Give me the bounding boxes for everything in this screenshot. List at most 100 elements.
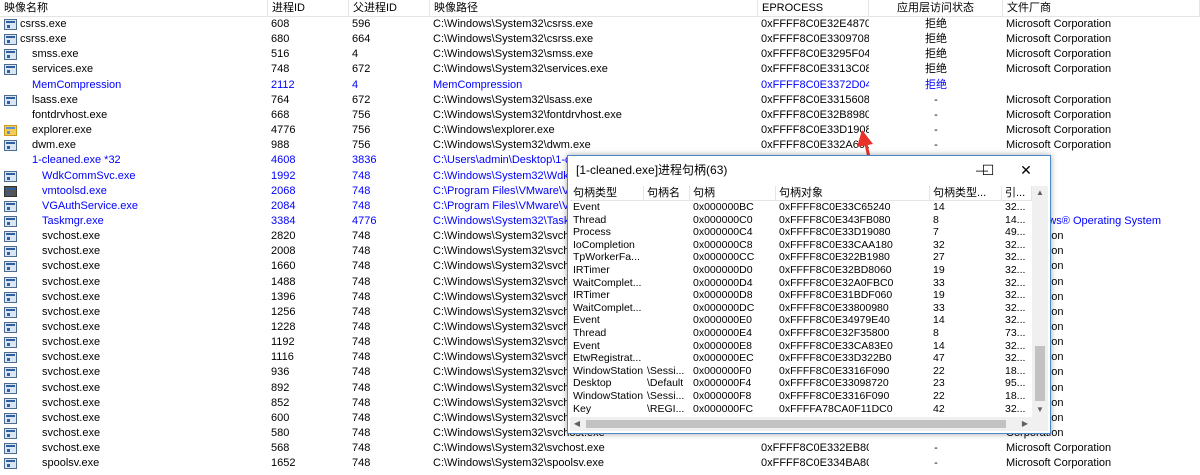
handle-cell: 0x000000D4	[693, 276, 753, 289]
list-item[interactable]: TpWorkerFa... 0x000000CC 0xFFFF8C0E322B198…	[570, 251, 1032, 264]
col-handle-type[interactable]: 句柄类型	[570, 186, 644, 200]
scroll-right-icon[interactable]: ▶	[1018, 417, 1032, 431]
handle-typeindex-cell: 22	[933, 364, 945, 377]
list-item[interactable]: EtwRegistrat... 0x000000EC 0xFFFF8C0E33D32…	[570, 352, 1032, 365]
handle-type-cell: IoCompletion	[573, 238, 635, 251]
handle-name-cell	[647, 251, 691, 264]
handle-typeindex-cell: 33	[933, 276, 945, 289]
list-item[interactable]: Process 0x000000C4 0xFFFF8C0E33D19080 7 49..…	[570, 226, 1032, 239]
scrollbar-corner	[1032, 417, 1048, 431]
handles-table-header: 句柄类型 句柄名 句柄 句柄对象 句柄类型... 引...	[570, 186, 1032, 201]
close-button[interactable]: ✕	[1004, 156, 1048, 184]
handle-name-cell	[647, 239, 691, 252]
ref-cell: 32...	[1005, 289, 1026, 302]
handles-list: Event 0x000000BC 0xFFFF8C0E33C65240 14 32...…	[570, 201, 1032, 417]
handle-object-cell: 0xFFFF8C0E322B1980	[779, 251, 890, 264]
list-item[interactable]: Key \REGI... 0x000000FC 0xFFFFA78CA0F11DC0 4…	[570, 403, 1032, 416]
col-handle-name[interactable]: 句柄名	[644, 186, 690, 200]
ref-cell: 32...	[1005, 314, 1026, 327]
handle-cell: 0x000000F4	[693, 377, 752, 390]
handle-name-cell: \REGI...	[647, 402, 685, 415]
list-item[interactable]: Thread 0x000000C0 0xFFFF8C0E343FB080 8 14...	[570, 214, 1032, 227]
handle-type-cell: IRTimer	[573, 264, 610, 276]
handle-name-cell: \Sessi...	[647, 364, 685, 377]
list-item[interactable]: WaitComplet... 0x000000D4 0xFFFF8C0E32A0FB…	[570, 277, 1032, 290]
dialog-titlebar[interactable]: [1-cleaned.exe]进程句柄(63) — ☐ ✕	[568, 156, 1048, 184]
ref-cell: 32...	[1005, 402, 1026, 415]
handle-type-cell: Event	[573, 314, 600, 327]
handle-object-cell: 0xFFFF8C0E33800980	[779, 301, 889, 314]
col-handle-typeindex[interactable]: 句柄类型...	[930, 186, 1002, 200]
col-ref[interactable]: 引...	[1002, 186, 1032, 200]
ref-cell: 14...	[1005, 213, 1026, 226]
handle-object-cell: 0xFFFFA78CA0F11DC0	[779, 402, 893, 415]
list-item[interactable]: Thread 0x000000E4 0xFFFF8C0E32F35800 8 73...	[570, 327, 1032, 340]
list-item[interactable]: IRTimer 0x000000D8 0xFFFF8C0E31BDF060 19 32.…	[570, 289, 1032, 302]
scroll-up-icon[interactable]: ▲	[1032, 186, 1048, 200]
list-item[interactable]: WindowStation \Sessi... 0x000000F0 0xFFFF8C…	[570, 365, 1032, 378]
hscroll-thumb[interactable]	[586, 420, 1006, 428]
ref-cell: 18...	[1005, 390, 1026, 402]
handle-type-cell: Thread	[573, 213, 607, 226]
horizontal-scrollbar[interactable]: ◀ ▶	[570, 417, 1032, 431]
handle-cell: 0x000000E0	[693, 314, 752, 327]
handle-name-cell	[647, 201, 691, 214]
handle-typeindex-cell: 33	[933, 301, 945, 314]
handle-typeindex-cell: 7	[933, 226, 939, 239]
scroll-left-icon[interactable]: ◀	[570, 417, 584, 431]
col-handle[interactable]: 句柄	[690, 186, 776, 200]
handles-dialog: [1-cleaned.exe]进程句柄(63) — ☐ ✕ 句柄类型 句柄名 句…	[567, 155, 1051, 434]
handle-cell: 0x000000E8	[693, 339, 752, 352]
handle-type-cell: IRTimer	[573, 289, 610, 302]
ref-cell: 32...	[1005, 352, 1026, 365]
list-item[interactable]: IoCompletion 0x000000C8 0xFFFF8C0E33CAA180…	[570, 239, 1032, 252]
handle-object-cell: 0xFFFF8C0E3316F090	[779, 364, 890, 377]
scroll-down-icon[interactable]: ▼	[1032, 403, 1048, 417]
handle-object-cell: 0xFFFF8C0E33CAA180	[779, 238, 893, 251]
handle-typeindex-cell: 8	[933, 327, 939, 339]
handle-object-cell: 0xFFFF8C0E33C65240	[779, 201, 891, 213]
handle-name-cell	[647, 264, 691, 277]
handle-object-cell: 0xFFFF8C0E33D19080	[779, 226, 891, 239]
list-item[interactable]: Event 0x000000E8 0xFFFF8C0E33CA83E0 14 32...	[570, 340, 1032, 353]
vertical-scrollbar[interactable]: ▲ ▼	[1032, 186, 1048, 417]
handle-name-cell	[647, 314, 691, 327]
handle-type-cell: Desktop	[573, 377, 612, 390]
handle-type-cell: WindowStation	[573, 390, 643, 402]
handle-name-cell	[647, 289, 691, 302]
handle-object-cell: 0xFFFF8C0E32BD8060	[779, 264, 892, 276]
scroll-thumb[interactable]	[1035, 346, 1045, 401]
handle-name-cell	[647, 226, 691, 239]
handle-object-cell: 0xFFFF8C0E34979E40	[779, 314, 890, 327]
list-item[interactable]: Event 0x000000E0 0xFFFF8C0E34979E40 14 32...	[570, 314, 1032, 327]
handle-cell: 0x000000EC	[693, 352, 754, 365]
list-item[interactable]: Desktop \Default 0x000000F4 0xFFFF8C0E33098…	[570, 377, 1032, 390]
handle-type-cell: Key	[573, 402, 592, 415]
ref-cell: 73...	[1005, 327, 1026, 339]
ref-cell: 32...	[1005, 264, 1026, 276]
col-handle-object[interactable]: 句柄对象	[776, 186, 930, 200]
list-item[interactable]: IRTimer 0x000000D0 0xFFFF8C0E32BD8060 19 32.…	[570, 264, 1032, 277]
handle-type-cell: Thread	[573, 327, 607, 339]
handle-type-cell: WindowStation	[573, 364, 643, 377]
handle-cell: 0x000000CC	[693, 251, 755, 264]
handle-cell: 0x000000F8	[693, 390, 752, 402]
ref-cell: 49...	[1005, 226, 1026, 239]
list-item[interactable]: Event 0x000000BC 0xFFFF8C0E33C65240 14 32...	[570, 201, 1032, 214]
handle-object-cell: 0xFFFF8C0E343FB080	[779, 213, 891, 226]
handle-object-cell: 0xFFFF8C0E33098720	[779, 377, 889, 390]
handle-typeindex-cell: 22	[933, 390, 945, 402]
list-item[interactable]: WindowStation \Sessi... 0x000000F8 0xFFFF8C…	[570, 390, 1032, 403]
handle-type-cell: Event	[573, 339, 600, 352]
handle-type-cell: WaitComplet...	[573, 301, 642, 314]
list-item[interactable]: WaitComplet... 0x000000DC 0xFFFF8C0E338009…	[570, 302, 1032, 315]
handle-typeindex-cell: 27	[933, 251, 945, 264]
handle-typeindex-cell: 42	[933, 402, 945, 415]
ref-cell: 32...	[1005, 339, 1026, 352]
handle-cell: 0x000000FC	[693, 402, 754, 415]
handle-type-cell: Process	[573, 226, 611, 239]
handle-object-cell: 0xFFFF8C0E32F35800	[779, 327, 890, 339]
handle-name-cell	[647, 352, 691, 365]
arrow-head	[857, 130, 873, 147]
ref-cell: 32...	[1005, 276, 1026, 289]
